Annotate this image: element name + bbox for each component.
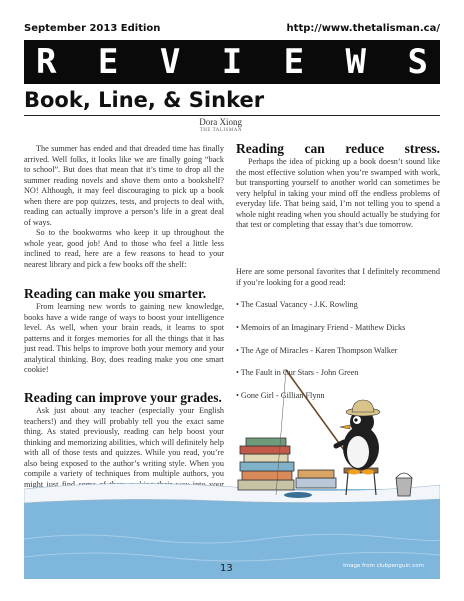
edition-label: September 2013 Edition [24,23,161,34]
banner-letter: W [345,42,367,82]
intro-paragraph: The summer has ended and that dreaded ti… [24,144,224,227]
section-stress: Reading can reduce stress. Perhaps the i… [236,141,440,231]
section-banner: R E V I E W S [24,40,440,84]
page-number: 13 [220,563,233,574]
banner-letter: V [159,42,181,82]
section-banner-letters: R E V I E W S [24,40,440,84]
banner-letter: E [97,42,119,82]
section-heading: Reading can make you smarter. [24,286,207,301]
section-heading: Reading can improve your grades. [24,390,222,405]
banner-letter: S [407,42,428,82]
left-column: The summer has ended and that dreaded ti… [24,144,224,270]
book-pile [237,437,337,491]
website-url[interactable]: http://www.thetalisman.ca/ [287,23,440,34]
fishing-rod [285,369,345,451]
newsletter-page: September 2013 Edition http://www.thetal… [0,0,464,601]
section-heading: Reading can reduce stress. [236,141,440,156]
banner-letter: R [36,42,57,82]
intro-paragraph: So to the bookworms who keep it up throu… [24,228,224,269]
favorites-list-item: • Memoirs of an Imaginary Friend - Matth… [236,323,406,332]
favorites-intro: Here are some personal favorites that I … [236,267,440,288]
article-author: Dora Xiong [199,117,242,127]
banner-letter: E [283,42,305,82]
penguin-illustration [237,369,413,497]
image-credit: Image from clubpenguin.com [343,563,424,569]
section-body: Perhaps the idea of picking up a book do… [236,157,440,229]
publication-name: THE TALISMAN [199,128,242,133]
section-smarter: Reading can make you smarter. From learn… [24,286,224,376]
favorites-list-item: • The Casual Vacancy - J.K. Rowling [236,300,358,309]
section-body: From learning new words to gaining new k… [24,302,224,374]
penguin [333,399,381,475]
banner-letter: I [221,42,243,82]
article-title: Book, Line, & Sinker [24,88,265,112]
bait-bucket [395,472,413,497]
favorites-list-item: • The Age of Miracles - Karen Thompson W… [236,346,398,355]
favorites-intro-text: Here are some personal favorites that I … [236,267,440,287]
title-divider [24,115,440,116]
